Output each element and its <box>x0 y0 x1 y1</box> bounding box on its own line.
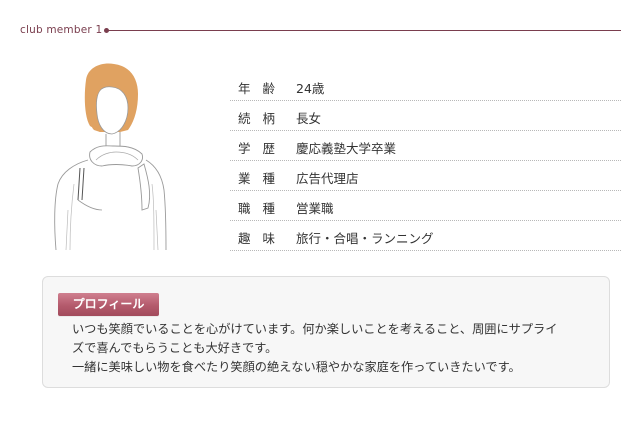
profile-badge: プロフィール <box>58 293 159 316</box>
section-header: club member 1 <box>0 22 639 40</box>
info-label: 続 柄 <box>238 111 279 126</box>
info-row-relationship: 続 柄 長女 <box>230 101 621 131</box>
profile-line: 一緒に美味しい物を食べたり笑顔の絶えない穏やかな家庭を作っていきたいです。 <box>72 360 521 374</box>
info-value: 広告代理店 <box>296 171 359 186</box>
profile-text: いつも笑顔でいることを心がけています。何か楽しいことを考えること、周囲にサプライ… <box>72 320 592 377</box>
profile-line: ズで喜んでもらうことも大好きです。 <box>72 341 278 355</box>
info-value: 営業職 <box>296 201 334 216</box>
member-avatar <box>48 60 178 255</box>
section-title: club member 1 <box>20 24 103 36</box>
person-silhouette-icon <box>54 63 167 251</box>
profile-badge-label: プロフィール <box>72 297 145 311</box>
info-label: 年 齢 <box>238 81 279 96</box>
info-row-education: 学 歴 慶応義塾大学卒業 <box>230 131 621 161</box>
profile-line: いつも笑顔でいることを心がけています。何か楽しいことを考えること、周囲にサプライ <box>72 322 558 336</box>
member-info-table: 年 齢 24歳 続 柄 長女 学 歴 慶応義塾大学卒業 業 種 広告代理店 職 … <box>230 71 621 251</box>
info-value: 旅行・合唱・ランニング <box>296 231 434 246</box>
info-value: 24歳 <box>296 81 325 96</box>
info-label: 業 種 <box>238 171 279 186</box>
profile-box: プロフィール いつも笑顔でいることを心がけています。何か楽しいことを考えること、… <box>42 276 610 388</box>
info-value: 長女 <box>296 111 322 126</box>
info-label: 学 歴 <box>238 141 279 156</box>
info-row-hobbies: 趣 味 旅行・合唱・ランニング <box>230 221 621 251</box>
info-row-occupation: 職 種 営業職 <box>230 191 621 221</box>
info-label: 趣 味 <box>238 231 279 246</box>
info-row-age: 年 齢 24歳 <box>230 71 621 101</box>
section-divider <box>108 30 621 31</box>
info-label: 職 種 <box>238 201 279 216</box>
info-row-industry: 業 種 広告代理店 <box>230 161 621 191</box>
info-value: 慶応義塾大学卒業 <box>296 141 397 156</box>
